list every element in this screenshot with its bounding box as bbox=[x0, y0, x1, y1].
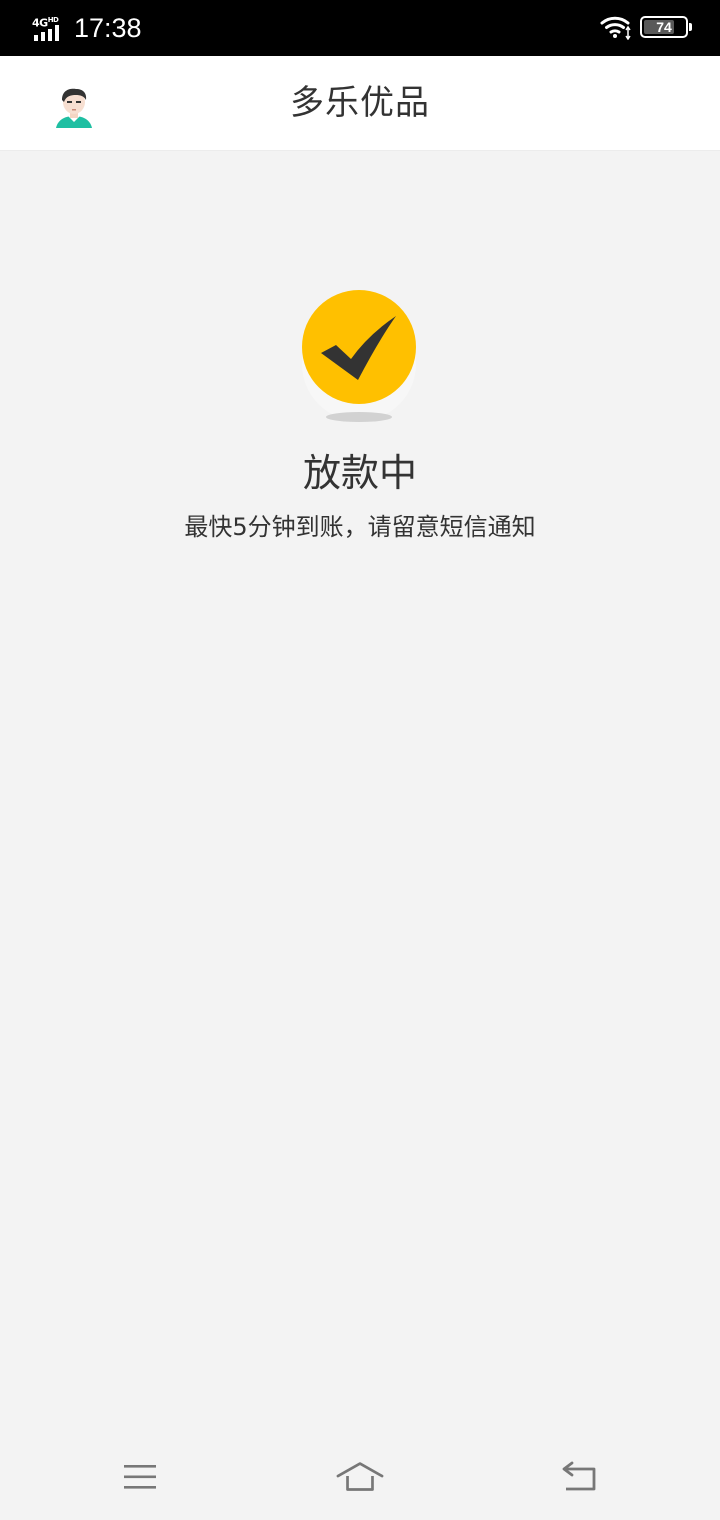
battery-level: 74 bbox=[656, 19, 672, 35]
back-icon bbox=[562, 1461, 596, 1491]
home-icon bbox=[336, 1462, 384, 1491]
battery-icon: 74 bbox=[640, 16, 692, 38]
check-circle-icon bbox=[302, 290, 416, 422]
app-header: 多乐优品 bbox=[0, 56, 720, 151]
menu-button[interactable] bbox=[116, 1454, 164, 1500]
check-circle-fill bbox=[302, 290, 416, 404]
wifi-icon bbox=[600, 16, 631, 40]
status-time: 17:38 bbox=[74, 13, 142, 43]
status-bar: 4GHD 17:38 74 bbox=[0, 0, 720, 56]
back-button[interactable] bbox=[556, 1454, 604, 1500]
menu-icon bbox=[124, 1465, 156, 1489]
status-left: 4GHD 17:38 bbox=[32, 10, 142, 46]
home-button[interactable] bbox=[336, 1454, 384, 1500]
status-subtitle: 最快5分钟到账，请留意短信通知 bbox=[184, 513, 536, 541]
system-nav-bar bbox=[0, 1434, 720, 1520]
signal-icon: 4GHD bbox=[32, 13, 66, 43]
status-title: 放款中 bbox=[302, 451, 417, 495]
page-title: 多乐优品 bbox=[290, 83, 430, 123]
status-right: 74 bbox=[600, 14, 692, 40]
